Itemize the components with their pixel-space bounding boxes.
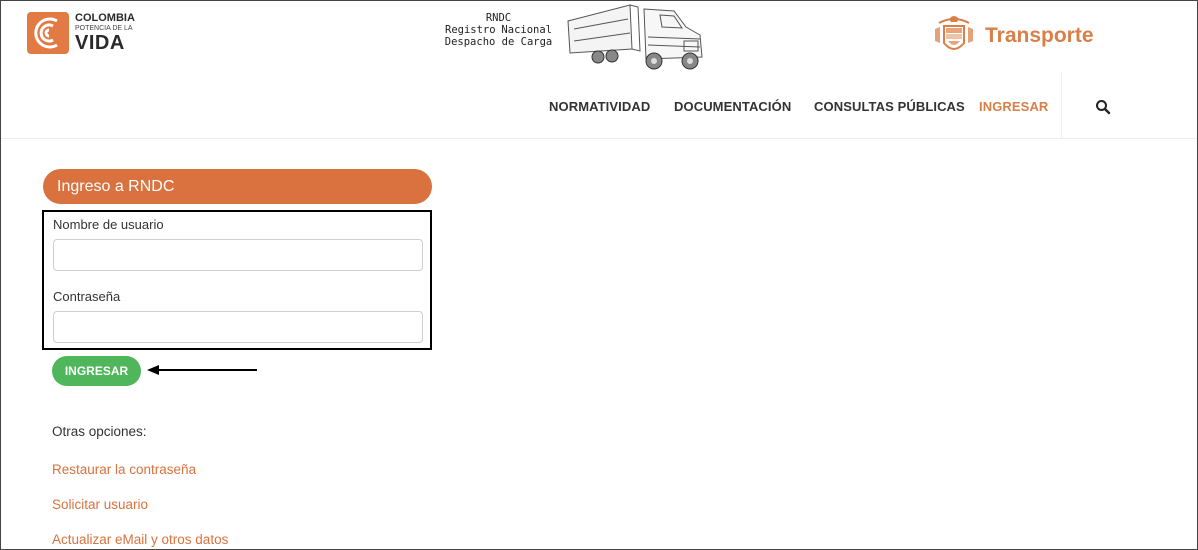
colombia-logo-text: COLOMBIA POTENCIA DE LA VIDA [75,12,135,54]
password-label: Contraseña [53,289,121,304]
username-label: Nombre de usuario [53,217,164,232]
colombia-coat-of-arms-icon [935,16,973,50]
nav-divider [1061,73,1062,139]
update-email-link[interactable]: Actualizar eMail y otros datos [52,532,228,547]
rndc-registro: Registro [445,24,496,36]
nav-item-consultas-publicas[interactable]: CONSULTAS PÚBLICAS [814,99,965,114]
ingresar-button[interactable]: INGRESAR [52,356,141,386]
page-frame: COLOMBIA POTENCIA DE LA VIDA RNDC Regist… [0,0,1198,550]
other-options-title: Otras opciones: [52,424,147,439]
colombia-potencia-logo[interactable]: COLOMBIA POTENCIA DE LA VIDA [27,10,157,56]
nav-item-ingresar[interactable]: INGRESAR [979,99,1048,114]
rndc-title-block: RNDC Registro Nacional Despacho de Carga [441,12,556,48]
nav-item-documentacion[interactable]: DOCUMENTACIÓN [674,99,791,114]
restore-password-link[interactable]: Restaurar la contraseña [52,462,196,477]
logo-line-2: POTENCIA DE LA [75,25,133,32]
login-form: Nombre de usuario Contraseña [42,210,432,350]
ministerio-transporte-logo[interactable]: Transporte [931,11,1094,61]
transporte-label: Transporte [985,24,1094,47]
rndc-line-2: Registro Nacional [441,24,556,36]
rndc-nacional: Nacional [501,24,552,36]
login-panel-title: Ingreso a RNDC [43,169,432,204]
rndc-acronym: RNDC [485,12,512,24]
password-input[interactable] [53,311,423,343]
nav-item-normatividad[interactable]: NORMATIVIDAD [549,99,650,114]
main-nav: NORMATIVIDAD DOCUMENTACIÓN CONSULTAS PÚB… [1,73,1197,139]
request-user-link[interactable]: Solicitar usuario [52,497,148,512]
rndc-line-3: Despacho de Carga [444,36,553,48]
logo-line-1: COLOMBIA [75,12,135,24]
colombia-logo-icon [27,12,69,54]
username-input[interactable] [53,239,423,271]
logo-line-3: VIDA [75,32,125,54]
search-icon[interactable] [1095,99,1111,115]
top-banner: COLOMBIA POTENCIA DE LA VIDA RNDC Regist… [1,1,1197,73]
truck-illustration [567,4,703,70]
arrow-annotation [147,365,257,375]
